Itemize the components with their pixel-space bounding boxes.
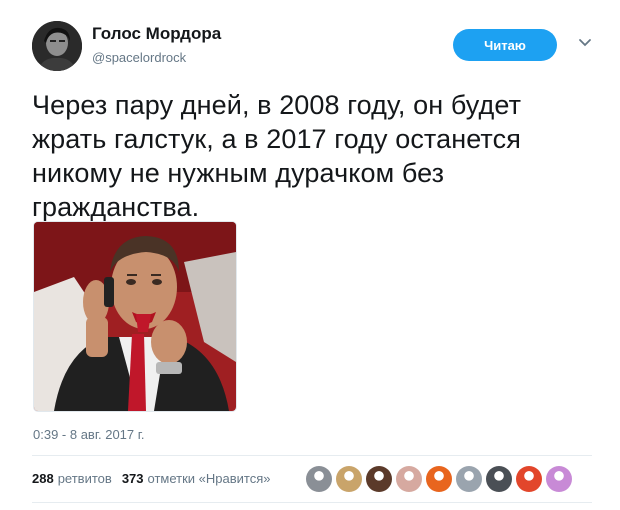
liker-avatar-9[interactable]: [546, 466, 572, 492]
tweet-text-line: Через пару дней, в 2008 году, он будет: [32, 90, 522, 120]
chevron-down-icon[interactable]: [578, 38, 592, 48]
tweet-photo[interactable]: [33, 221, 237, 412]
tweet-timestamp[interactable]: 0:39 - 8 авг. 2017 г.: [33, 427, 145, 442]
following-button[interactable]: Читаю: [453, 29, 557, 61]
user-avatar[interactable]: [32, 21, 82, 71]
tweet-stats: 288 ретвитов 373 отметки «Нравится»: [32, 471, 281, 486]
tweet-text: Через пару дней, в 2008 году, он будет ж…: [32, 88, 572, 224]
retweets-stat[interactable]: 288 ретвитов: [32, 471, 112, 486]
liker-avatar-5[interactable]: [426, 466, 452, 492]
user-handle[interactable]: @spacelordrock: [92, 50, 186, 65]
liker-avatar-6[interactable]: [456, 466, 482, 492]
retweets-count: 288: [32, 471, 54, 486]
photo-man-on-phone-chewing-tie: [34, 222, 236, 411]
divider: [32, 502, 592, 503]
avatar-portrait: [32, 21, 82, 71]
liker-avatar-7[interactable]: [486, 466, 512, 492]
likers-avatars: [306, 466, 576, 492]
likes-label: отметки «Нравится»: [147, 471, 271, 486]
liker-avatar-2[interactable]: [336, 466, 362, 492]
liker-avatar-4[interactable]: [396, 466, 422, 492]
user-display-name[interactable]: Голос Мордора: [92, 24, 221, 44]
likes-count: 373: [121, 471, 144, 486]
liker-avatar-3[interactable]: [366, 466, 392, 492]
retweets-label: ретвитов: [57, 471, 112, 486]
liker-avatar-1[interactable]: [306, 466, 332, 492]
liker-avatar-8[interactable]: [516, 466, 542, 492]
likes-stat[interactable]: 373 отметки «Нравится»: [122, 471, 271, 486]
tweet-text-line: гражданства.: [32, 192, 200, 222]
tweet-text-line: жрать галстук, а в 2017 году останется: [32, 124, 521, 154]
tweet-text-line: никому не нужным дурачком без: [32, 158, 445, 188]
divider: [32, 455, 592, 456]
